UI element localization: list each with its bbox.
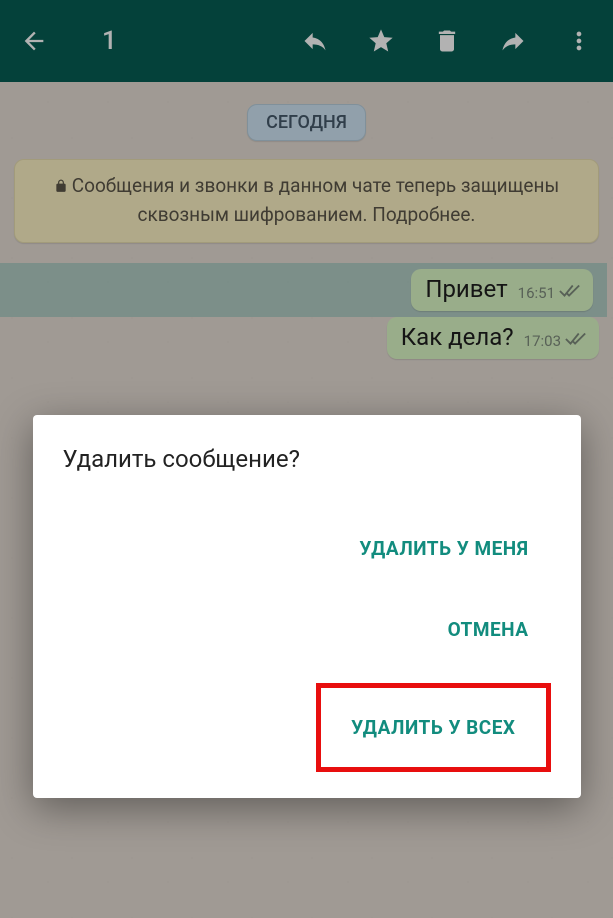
dialog-actions: УДАЛИТЬ У МЕНЯ ОТМЕНА УДАЛИТЬ У ВСЕХ	[63, 521, 551, 772]
cancel-button[interactable]: ОТМЕНА	[426, 602, 551, 657]
dialog-title: Удалить сообщение?	[63, 445, 551, 473]
delete-for-all-button[interactable]: УДАЛИТЬ У ВСЕХ	[316, 683, 550, 772]
modal-overlay[interactable]: Удалить сообщение? УДАЛИТЬ У МЕНЯ ОТМЕНА…	[0, 0, 613, 918]
delete-dialog: Удалить сообщение? УДАЛИТЬ У МЕНЯ ОТМЕНА…	[33, 415, 581, 798]
delete-for-me-button[interactable]: УДАЛИТЬ У МЕНЯ	[337, 521, 550, 576]
